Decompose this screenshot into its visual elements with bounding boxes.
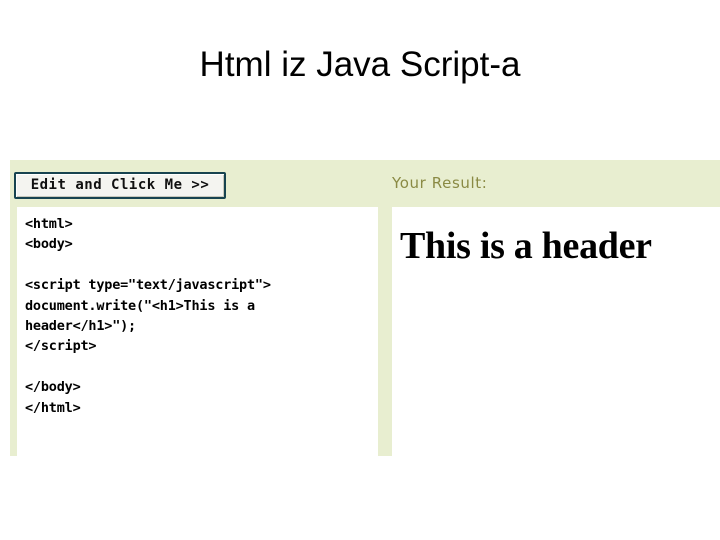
tryit-header: Edit and Click Me >> Your Result: (10, 160, 720, 207)
code-editor-pane[interactable]: <html> <body> <script type="text/javascr… (17, 207, 378, 456)
slide-title: Html iz Java Script-a (199, 45, 521, 84)
result-output-pane: This is a header (392, 207, 720, 456)
edit-and-click-me-button[interactable]: Edit and Click Me >> (14, 172, 226, 199)
tryit-editor-widget: Edit and Click Me >> Your Result: <html>… (10, 160, 720, 456)
code-editor-text[interactable]: <html> <body> <script type="text/javascr… (17, 207, 378, 418)
your-result-label: Your Result: (392, 174, 488, 192)
result-heading: This is a header (400, 225, 652, 267)
